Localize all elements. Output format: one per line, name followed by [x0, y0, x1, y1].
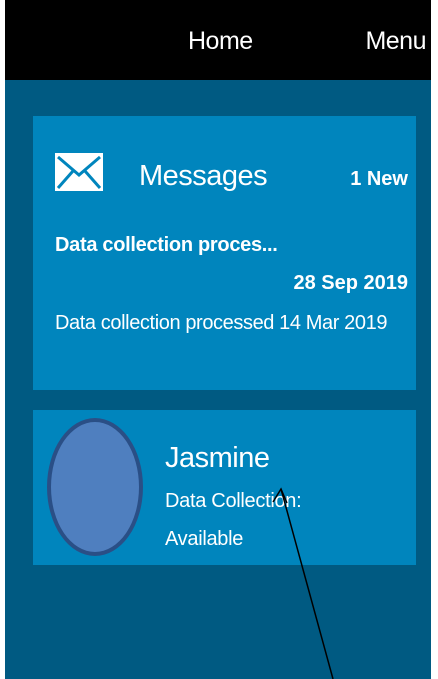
home-screen: Home Menu Messages 1 New Data collection…: [5, 0, 431, 679]
previous-message: Data collection processed 14 Mar 2019: [55, 312, 388, 334]
header-bar: Home Menu: [5, 0, 431, 80]
profile-name: Jasmine: [165, 442, 270, 474]
avatar: [47, 418, 143, 556]
latest-message-date: 28 Sep 2019: [293, 272, 408, 294]
data-collection-label: Data Collection:: [165, 490, 302, 512]
messages-card[interactable]: Messages 1 New Data collection proces...…: [33, 116, 416, 390]
envelope-icon: [55, 153, 103, 191]
latest-message-subject: Data collection proces...: [55, 234, 278, 256]
profile-card[interactable]: Jasmine Data Collection: Available: [33, 410, 416, 565]
menu-button[interactable]: Menu: [365, 27, 426, 56]
messages-title: Messages: [139, 160, 268, 192]
data-collection-status: Available: [165, 528, 244, 550]
new-messages-badge: 1 New: [350, 168, 408, 190]
page-title: Home: [188, 27, 253, 55]
